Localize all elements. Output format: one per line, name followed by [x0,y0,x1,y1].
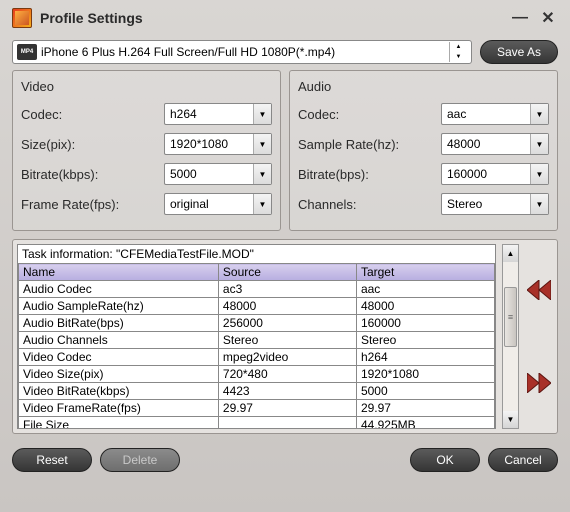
ok-button[interactable]: OK [410,448,480,472]
audio-title: Audio [298,79,549,94]
cell-source [218,417,356,430]
table-row[interactable]: Video Codecmpeg2videoh264 [19,349,495,366]
close-button[interactable]: ✕ [538,9,558,27]
delete-button: Delete [100,448,180,472]
audio-bitrate-label: Bitrate(bps): [298,167,441,182]
table-row[interactable]: Audio BitRate(bps)256000160000 [19,315,495,332]
chevron-down-icon[interactable]: ▼ [253,194,271,214]
video-size-label: Size(pix): [21,137,164,152]
next-task-button[interactable] [527,373,551,393]
profile-format-icon: MP4 [17,44,37,60]
cell-source: mpeg2video [218,349,356,366]
video-framerate-label: Frame Rate(fps): [21,197,164,212]
col-name[interactable]: Name [19,264,219,281]
cell-name: Video FrameRate(fps) [19,400,219,417]
table-row[interactable]: Audio SampleRate(hz)4800048000 [19,298,495,315]
audio-codec-label: Codec: [298,107,441,122]
col-target[interactable]: Target [356,264,494,281]
chevron-down-icon[interactable]: ▼ [530,164,548,184]
video-bitrate-label: Bitrate(kbps): [21,167,164,182]
table-row[interactable]: Audio ChannelsStereoStereo [19,332,495,349]
cell-source: Stereo [218,332,356,349]
cancel-button[interactable]: Cancel [488,448,558,472]
reset-button[interactable]: Reset [12,448,92,472]
video-framerate-combo[interactable]: original▼ [164,193,272,215]
footer: Reset Delete OK Cancel [0,442,570,482]
table-row[interactable]: Video Size(pix)720*4801920*1080 [19,366,495,383]
minimize-button[interactable]: — [510,9,530,27]
audio-group: Audio Codec:aac▼ Sample Rate(hz):48000▼ … [289,70,558,231]
cell-name: File Size [19,417,219,430]
task-info-label: Task information: "CFEMediaTestFile.MOD" [18,245,495,263]
cell-name: Video BitRate(kbps) [19,383,219,400]
table-row[interactable]: Video BitRate(kbps)44235000 [19,383,495,400]
cell-target: 29.97 [356,400,494,417]
chevron-down-icon[interactable]: ▼ [530,194,548,214]
profile-select[interactable]: MP4 iPhone 6 Plus H.264 Full Screen/Full… [12,40,472,64]
cell-target: 44.925MB [356,417,494,430]
cell-source: 256000 [218,315,356,332]
profile-spinner[interactable]: ▲▼ [449,42,467,62]
audio-bitrate-combo[interactable]: 160000▼ [441,163,549,185]
cell-target: 48000 [356,298,494,315]
chevron-down-icon[interactable]: ▼ [253,104,271,124]
cell-source: 4423 [218,383,356,400]
cell-name: Video Size(pix) [19,366,219,383]
profile-selected-text: iPhone 6 Plus H.264 Full Screen/Full HD … [41,45,449,59]
table-row[interactable]: Video FrameRate(fps)29.9729.97 [19,400,495,417]
cell-target: 1920*1080 [356,366,494,383]
video-bitrate-combo[interactable]: 5000▼ [164,163,272,185]
table-row[interactable]: File Size 44.925MB [19,417,495,430]
audio-channels-combo[interactable]: Stereo▼ [441,193,549,215]
save-as-button[interactable]: Save As [480,40,558,64]
video-title: Video [21,79,272,94]
col-source[interactable]: Source [218,264,356,281]
chevron-down-icon[interactable]: ▼ [530,104,548,124]
chevron-down-icon[interactable]: ▼ [253,134,271,154]
video-size-combo[interactable]: 1920*1080▼ [164,133,272,155]
audio-channels-label: Channels: [298,197,441,212]
cell-name: Audio Channels [19,332,219,349]
video-group: Video Codec:h264▼ Size(pix):1920*1080▼ B… [12,70,281,231]
audio-samplerate-combo[interactable]: 48000▼ [441,133,549,155]
audio-codec-combo[interactable]: aac▼ [441,103,549,125]
chevron-down-icon[interactable]: ▼ [253,164,271,184]
cell-source: 29.97 [218,400,356,417]
cell-name: Video Codec [19,349,219,366]
scroll-track[interactable] [503,262,518,411]
cell-target: 5000 [356,383,494,400]
chevron-down-icon[interactable]: ▼ [530,134,548,154]
cell-source: 48000 [218,298,356,315]
table-row[interactable]: Audio Codecac3aac [19,281,495,298]
video-codec-label: Codec: [21,107,164,122]
scroll-thumb[interactable] [504,287,517,347]
window-title: Profile Settings [40,10,502,26]
titlebar: Profile Settings — ✕ [0,0,570,36]
prev-task-button[interactable] [527,280,551,300]
task-table: Name Source Target Audio Codecac3aacAudi… [18,263,495,429]
scroll-up-icon[interactable]: ▲ [503,245,518,262]
scroll-down-icon[interactable]: ▼ [503,411,518,428]
app-icon [12,8,32,28]
audio-samplerate-label: Sample Rate(hz): [298,137,441,152]
cell-source: ac3 [218,281,356,298]
cell-target: Stereo [356,332,494,349]
cell-target: h264 [356,349,494,366]
cell-target: 160000 [356,315,494,332]
cell-target: aac [356,281,494,298]
scrollbar[interactable]: ▲ ▼ [502,244,519,429]
cell-source: 720*480 [218,366,356,383]
task-panel: Task information: "CFEMediaTestFile.MOD"… [12,239,558,434]
task-table-wrap: Task information: "CFEMediaTestFile.MOD"… [17,244,496,429]
cell-name: Audio Codec [19,281,219,298]
cell-name: Audio SampleRate(hz) [19,298,219,315]
cell-name: Audio BitRate(bps) [19,315,219,332]
video-codec-combo[interactable]: h264▼ [164,103,272,125]
